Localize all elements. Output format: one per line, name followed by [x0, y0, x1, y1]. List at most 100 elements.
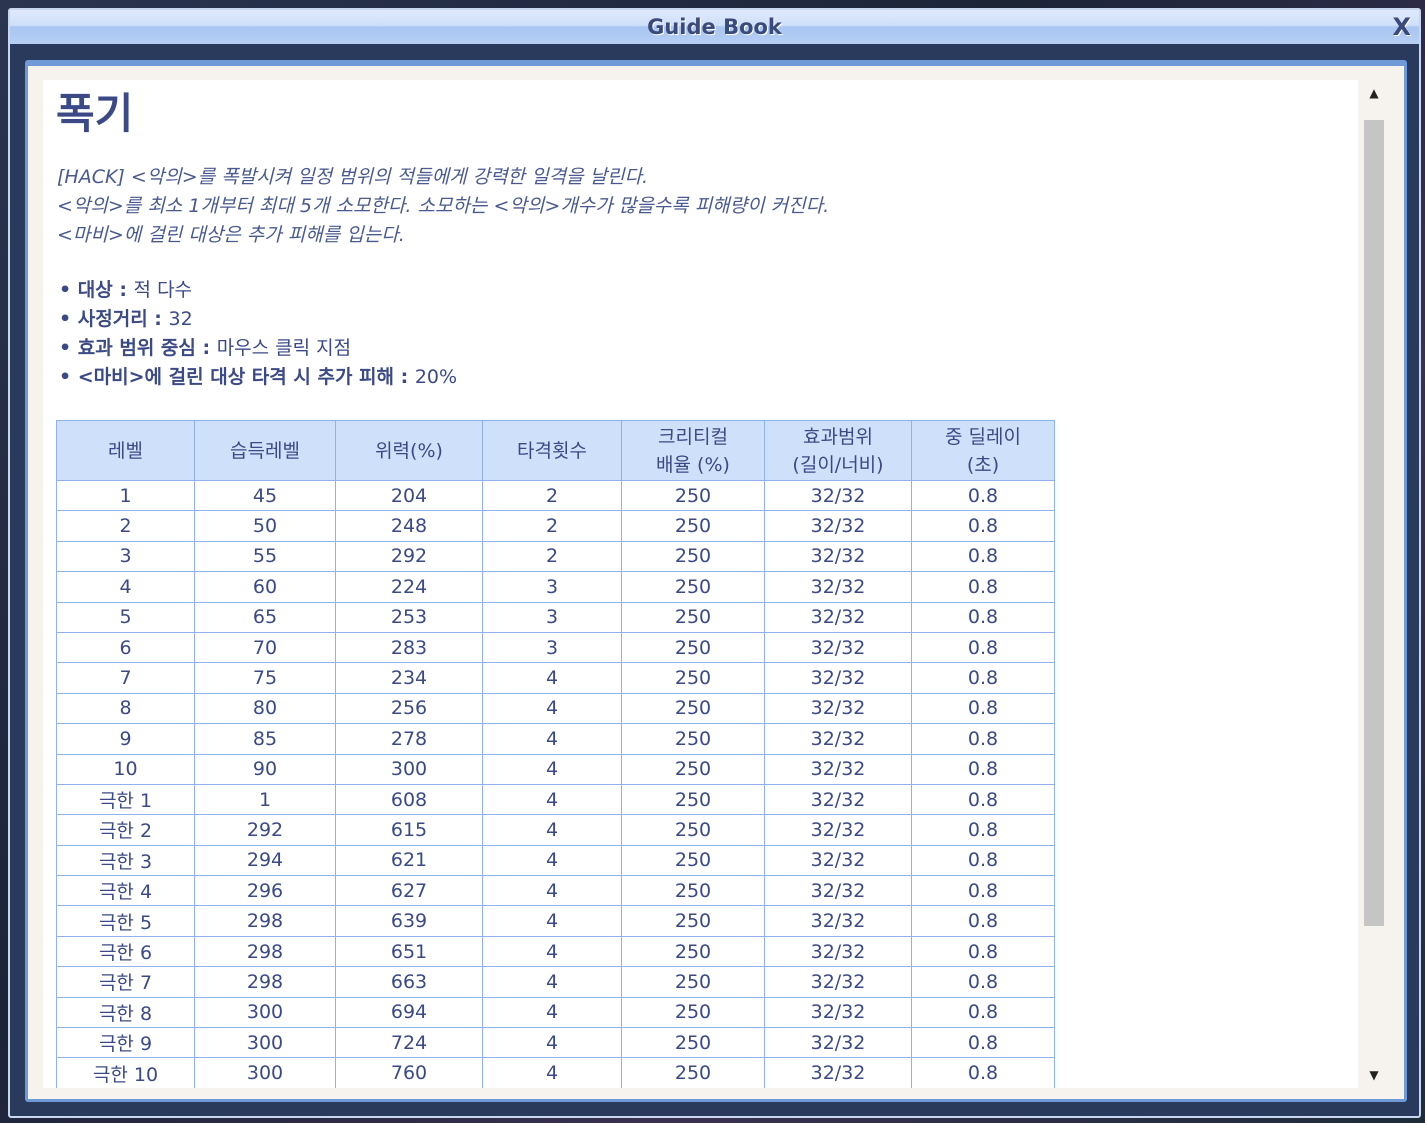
- table-cell: 298: [194, 905, 336, 937]
- table-cell: 45: [194, 479, 336, 512]
- table-cell: 0.8: [911, 571, 1055, 603]
- table-cell: 0.8: [911, 783, 1055, 816]
- table-row: 1 45 204 2 250 32/32 0.8: [56, 479, 1055, 512]
- table-cell: 85: [194, 723, 336, 755]
- skill-level-table: 레벨 습득레벨 위력(%) 타격횟수 크리티컬 배율 (%) 효과범위 (길이/너비) 중 …: [56, 420, 1055, 1088]
- table-cell: 0.8: [911, 662, 1055, 694]
- guide-book-window: Guide Book X 폭기 [HACK] <악의>를 폭발시켜 일정 범위의…: [8, 8, 1421, 1118]
- table-cell: 0.8: [911, 844, 1055, 877]
- scroll-up-icon[interactable]: ▲: [1362, 86, 1386, 100]
- table-cell: 694: [335, 996, 483, 1029]
- table-cell: 32/32: [764, 1027, 912, 1059]
- table-cell: 4: [482, 875, 622, 907]
- table-cell: 32/32: [764, 844, 912, 877]
- vertical-scrollbar[interactable]: ▲ ▼: [1362, 80, 1386, 1088]
- table-cell: 4: [482, 905, 622, 937]
- table-cell: 80: [194, 692, 336, 725]
- table-cell: 65: [194, 601, 336, 633]
- table-cell: 0.8: [911, 814, 1055, 846]
- table-cell: 250: [621, 966, 765, 998]
- table-cell: 724: [335, 1027, 483, 1059]
- content-panel: 폭기 [HACK] <악의>를 폭발시켜 일정 범위의 적들에게 강력한 일격을…: [25, 60, 1407, 1102]
- table-cell: 32/32: [764, 510, 912, 542]
- table-cell: 1: [56, 479, 195, 512]
- table-cell: 615: [335, 814, 483, 846]
- table-cell: 32/32: [764, 996, 912, 1029]
- column-header: 중 딜레이 (초): [911, 420, 1055, 481]
- table-cell: 0.8: [911, 723, 1055, 755]
- table-cell: 292: [335, 540, 483, 573]
- table-cell: 300: [194, 1027, 336, 1059]
- table-cell: 4: [482, 723, 622, 755]
- window-title: Guide Book: [647, 15, 782, 39]
- table-cell: 60: [194, 571, 336, 603]
- table-cell: 32/32: [764, 905, 912, 937]
- table-row: 극한 6 298 651 4 250 32/32 0.8: [56, 935, 1055, 968]
- table-cell: 4: [482, 1057, 622, 1088]
- table-cell: 32/32: [764, 814, 912, 846]
- table-cell: 639: [335, 905, 483, 937]
- table-cell: 4: [56, 571, 195, 603]
- property-label: • <마비>에 걸린 대상 타격 시 추가 피해 :: [59, 366, 415, 388]
- table-row: 3 55 292 2 250 32/32 0.8: [56, 540, 1055, 573]
- table-cell: 32/32: [764, 692, 912, 725]
- table-cell: 651: [335, 935, 483, 968]
- table-cell: 0.8: [911, 601, 1055, 633]
- table-cell: 224: [335, 571, 483, 603]
- close-icon[interactable]: X: [1392, 10, 1411, 44]
- table-cell: 극한 6: [56, 935, 195, 968]
- property-label: • 대상 :: [59, 279, 134, 301]
- table-cell: 4: [482, 783, 622, 816]
- table-cell: 극한 4: [56, 875, 195, 907]
- table-row: 9 85 278 4 250 32/32 0.8: [56, 723, 1055, 755]
- table-cell: 3: [482, 631, 622, 664]
- table-cell: 250: [621, 814, 765, 846]
- table-cell: 32/32: [764, 723, 912, 755]
- column-header: 타격횟수: [482, 420, 622, 481]
- table-cell: 0.8: [911, 935, 1055, 968]
- table-cell: 6: [56, 631, 195, 664]
- table-cell: 663: [335, 966, 483, 998]
- scroll-down-icon[interactable]: ▼: [1362, 1068, 1386, 1082]
- table-row: 극한 3 294 621 4 250 32/32 0.8: [56, 844, 1055, 877]
- table-cell: 0.8: [911, 966, 1055, 998]
- table-header-row: 레벨 습득레벨 위력(%) 타격횟수 크리티컬 배율 (%) 효과범위 (길이/너비) 중 …: [56, 420, 1055, 481]
- table-cell: 250: [621, 540, 765, 573]
- table-row: 극한 5 298 639 4 250 32/32 0.8: [56, 905, 1055, 937]
- table-row: 8 80 256 4 250 32/32 0.8: [56, 692, 1055, 725]
- property-label: • 사정거리 :: [59, 308, 169, 330]
- table-cell: 621: [335, 844, 483, 877]
- table-row: 7 75 234 4 250 32/32 0.8: [56, 662, 1055, 694]
- table-cell: 0.8: [911, 753, 1055, 785]
- table-cell: 32/32: [764, 571, 912, 603]
- table-cell: 300: [335, 753, 483, 785]
- column-header: 레벨: [56, 420, 195, 481]
- column-header: 크리티컬 배율 (%): [621, 420, 765, 481]
- table-cell: 극한 9: [56, 1027, 195, 1059]
- property-value: 마우스 클릭 지점: [216, 337, 352, 359]
- property-value: 적 다수: [133, 279, 193, 301]
- description-line: <악의>를 최소 1개부터 최대 5개 소모한다. 소모하는 <악의>개수가 많…: [57, 195, 830, 217]
- table-cell: 250: [621, 935, 765, 968]
- scroll-thumb[interactable]: [1364, 120, 1384, 926]
- table-cell: 250: [621, 783, 765, 816]
- table-cell: 250: [621, 479, 765, 512]
- table-cell: 253: [335, 601, 483, 633]
- column-header: 위력(%): [335, 420, 483, 481]
- table-cell: 2: [56, 510, 195, 542]
- table-cell: 10: [56, 753, 195, 785]
- table-cell: 55: [194, 540, 336, 573]
- table-cell: 250: [621, 510, 765, 542]
- table-cell: 2: [482, 540, 622, 573]
- table-cell: 300: [194, 996, 336, 1029]
- table-cell: 250: [621, 905, 765, 937]
- table-cell: 0.8: [911, 692, 1055, 725]
- table-cell: 204: [335, 479, 483, 512]
- table-cell: 32/32: [764, 540, 912, 573]
- table-cell: 32/32: [764, 1057, 912, 1088]
- table-cell: 250: [621, 753, 765, 785]
- description-line: <마비>에 걸린 대상은 추가 피해를 입는다.: [57, 224, 405, 246]
- table-cell: 4: [482, 1027, 622, 1059]
- table-cell: 9: [56, 723, 195, 755]
- title-bar[interactable]: Guide Book X: [10, 10, 1419, 44]
